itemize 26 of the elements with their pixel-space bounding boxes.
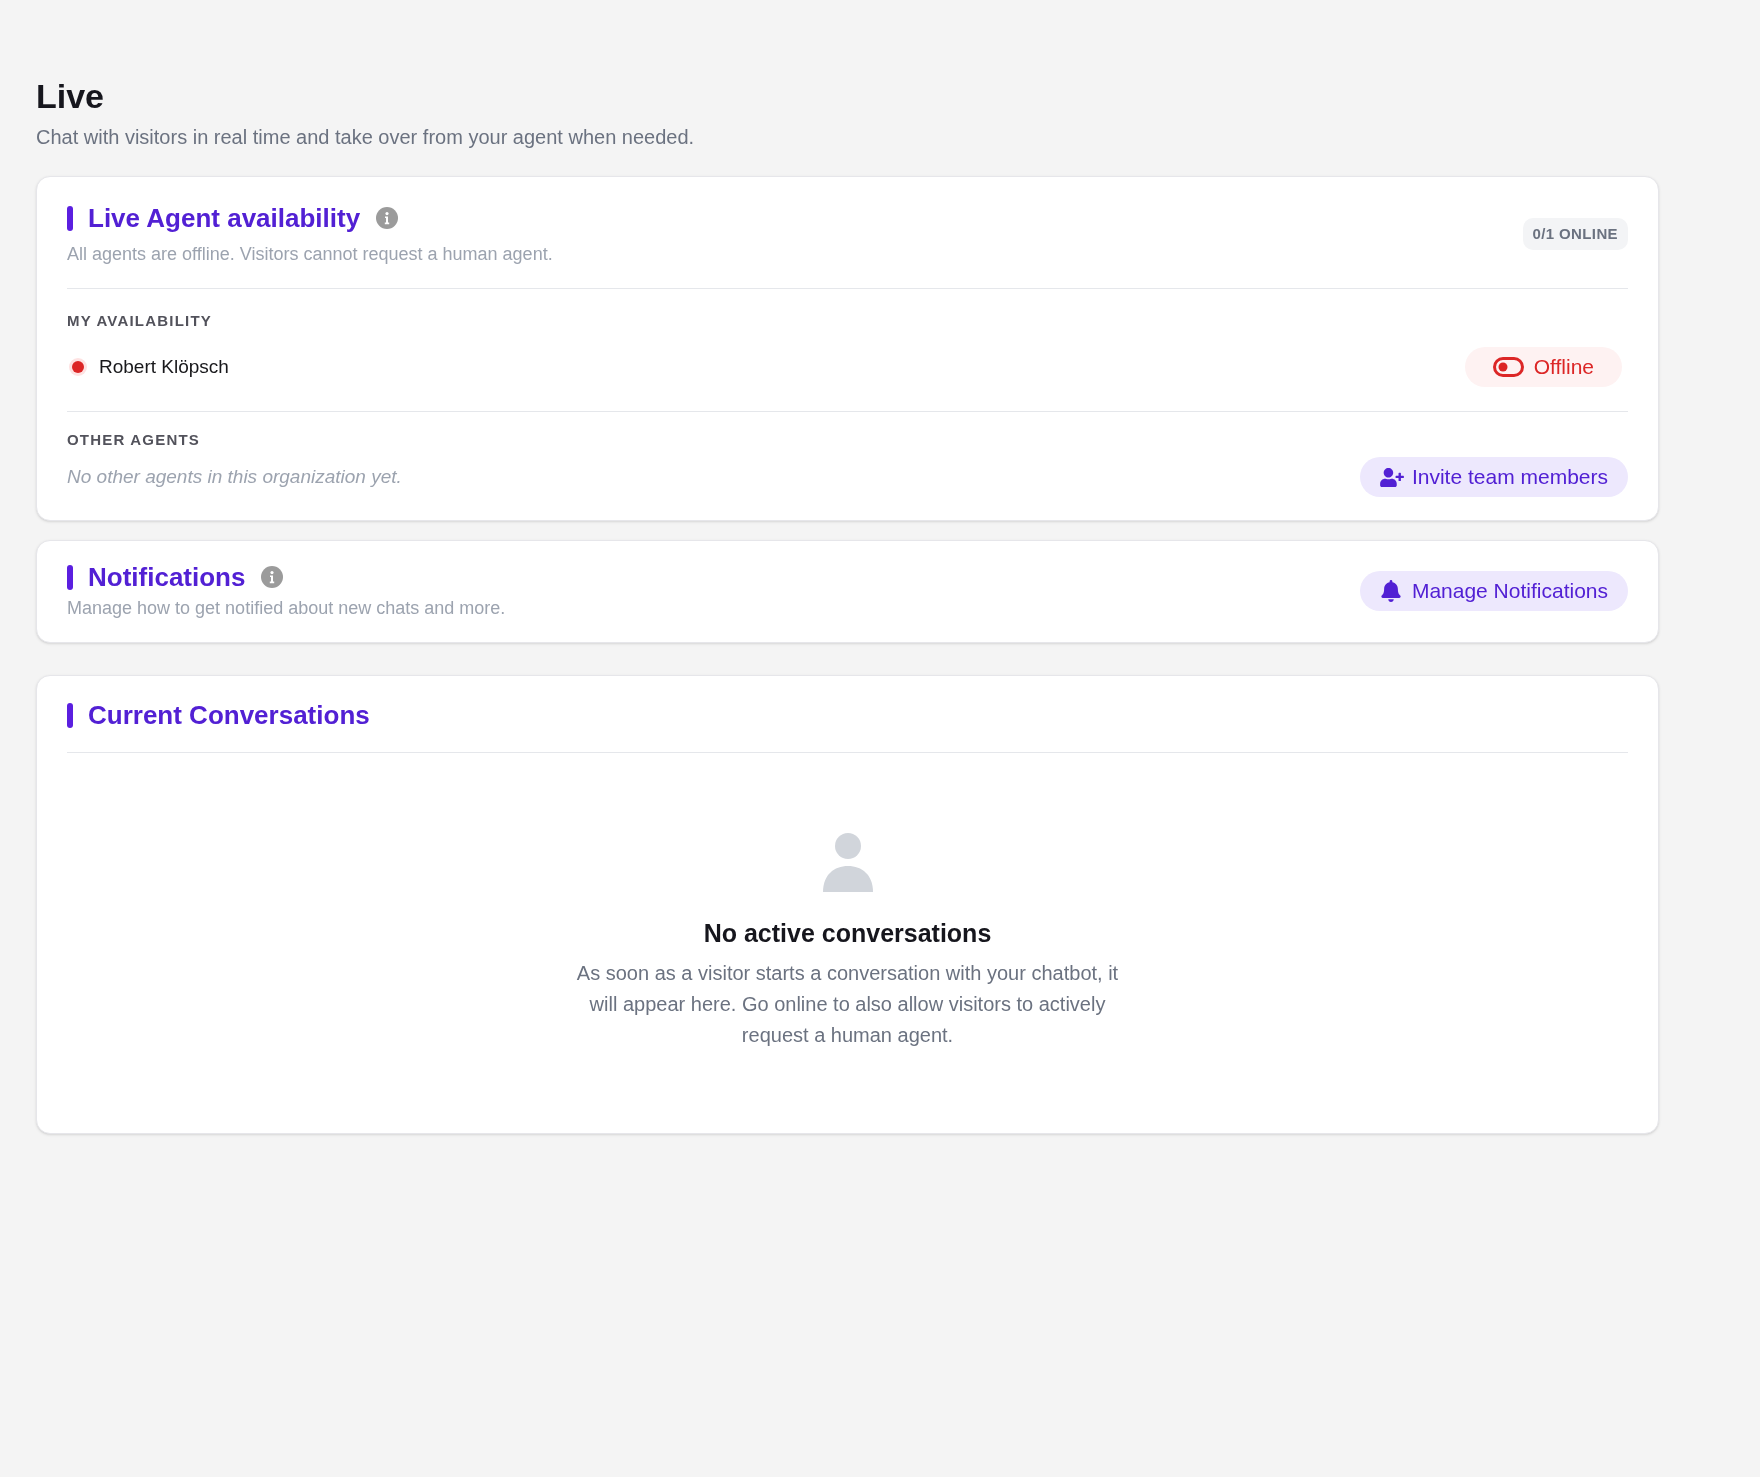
info-icon bbox=[376, 207, 399, 229]
group-heading: OTHER AGENTS bbox=[67, 430, 201, 450]
manage-notifications-button[interactable]: Manage Notifications bbox=[1359, 570, 1628, 611]
person-icon bbox=[822, 833, 873, 892]
section-title: Notifications bbox=[88, 561, 246, 593]
section-description: Manage how to get notified about new chats and more. bbox=[67, 597, 506, 620]
section-title: Current Conversations bbox=[88, 699, 370, 731]
online-count-badge: 0/1 ONLINE bbox=[1522, 218, 1628, 250]
page-subtitle: Chat with visitors in real time and take over from your agent when needed. bbox=[36, 125, 695, 150]
availability-toggle[interactable]: Offline bbox=[1464, 347, 1622, 387]
accent-bar bbox=[67, 702, 73, 728]
section-description: All agents are offline. Visitors cannot request a human agent. bbox=[67, 243, 553, 266]
accent-bar bbox=[67, 564, 73, 590]
page-title: Live bbox=[36, 76, 105, 116]
invite-button[interactable]: Invite team members bbox=[1359, 457, 1628, 497]
user-plus-icon bbox=[1379, 467, 1404, 487]
empty-state-message: As soon as a visitor starts a conversation with your chatbot, it will appear here. Go online to also allow visitors to actively request a human agent. bbox=[575, 961, 1120, 1048]
empty-state-title: No active conversations bbox=[703, 918, 992, 948]
info-icon bbox=[261, 566, 284, 588]
bell-icon bbox=[1379, 579, 1402, 602]
accent-bar bbox=[67, 205, 73, 231]
section-title: Live Agent availability bbox=[88, 202, 361, 234]
empty-agents-text: No other agents in this organization yet. bbox=[67, 465, 402, 489]
toggle-icon bbox=[1492, 357, 1524, 377]
group-heading: MY AVAILABILITY bbox=[67, 311, 212, 331]
agent-name: Robert Klöpsch bbox=[99, 355, 229, 379]
